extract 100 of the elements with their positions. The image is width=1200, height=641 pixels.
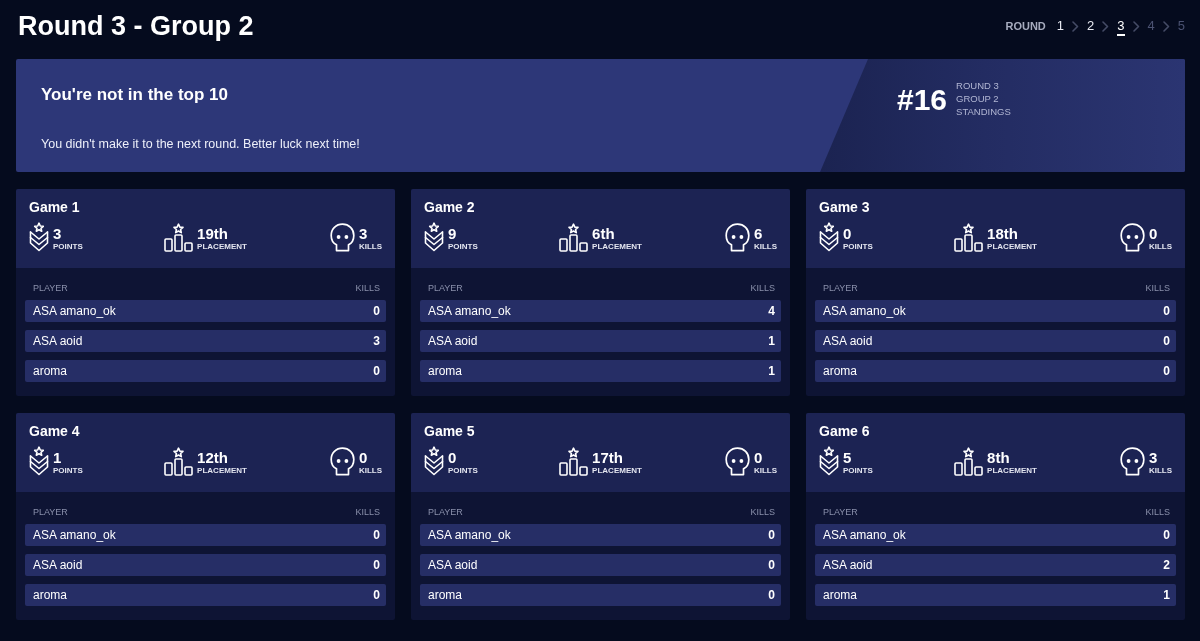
player-kills: 0: [373, 588, 380, 602]
kills-label: KILLS: [358, 241, 382, 252]
podium-icon: [164, 446, 194, 476]
player-kills: 0: [1163, 334, 1170, 348]
kills-value: 6: [753, 224, 763, 242]
round-link: 5: [1177, 17, 1185, 35]
player-kills: 1: [768, 364, 775, 378]
column-header: PLAYER: [428, 506, 463, 518]
kills-value: 0: [1148, 224, 1158, 242]
player-kills: 0: [768, 558, 775, 572]
placement-label: PLACEMENT: [592, 465, 642, 476]
player-name: ASA amano_ok: [823, 528, 906, 542]
column-header: KILLS: [750, 506, 775, 518]
player-kills: 3: [373, 334, 380, 348]
round-link[interactable]: 1: [1056, 16, 1065, 36]
placement-label: PLACEMENT: [197, 465, 247, 476]
placement-value: 8th: [987, 448, 1010, 466]
player-name: ASA amano_ok: [33, 304, 116, 318]
player-name: aroma: [428, 364, 462, 378]
skull-icon: [329, 222, 355, 252]
points-label: POINTS: [53, 241, 83, 252]
column-header: KILLS: [355, 282, 380, 294]
podium-icon: [954, 446, 984, 476]
points-value: 3: [53, 224, 62, 242]
placement-value: 6th: [592, 224, 615, 242]
skull-icon: [724, 222, 750, 252]
points-label: POINTS: [843, 241, 873, 252]
points-value: 5: [843, 448, 852, 466]
player-name: ASA amano_ok: [428, 528, 511, 542]
column-header: KILLS: [750, 282, 775, 294]
player-name: ASA amano_ok: [823, 304, 906, 318]
points-value: 0: [448, 448, 457, 466]
player-kills: 4: [768, 304, 775, 318]
player-kills: 2: [1163, 558, 1170, 572]
points-value: 9: [448, 224, 457, 242]
points-icon: [819, 222, 839, 252]
kills-value: 0: [753, 448, 763, 466]
game-title: Game 2: [424, 199, 475, 216]
player-name: ASA aoid: [33, 334, 83, 348]
player-kills: 0: [373, 304, 380, 318]
skull-icon: [1119, 222, 1145, 252]
kills-label: KILLS: [1148, 465, 1172, 476]
player-name: ASA aoid: [33, 558, 83, 572]
player-name: aroma: [823, 588, 857, 602]
podium-icon: [559, 446, 589, 476]
column-header: PLAYER: [823, 506, 858, 518]
podium-icon: [954, 222, 984, 252]
game-title: Game 5: [424, 423, 475, 440]
points-value: 0: [843, 224, 852, 242]
points-icon: [29, 446, 49, 476]
game-title: Game 4: [29, 423, 80, 440]
chevron-right-icon: [1102, 20, 1110, 32]
player-kills: 0: [1163, 528, 1170, 542]
banner-message: You didn't make it to the next round. Better luck next time!: [41, 136, 360, 153]
column-header: PLAYER: [428, 282, 463, 294]
skull-icon: [1119, 446, 1145, 476]
player-kills: 0: [1163, 364, 1170, 378]
round-label: ROUND: [1005, 19, 1046, 33]
rank-caption: GROUP 2: [956, 92, 999, 105]
podium-icon: [559, 222, 589, 252]
rank-caption: ROUND 3: [956, 79, 999, 92]
points-icon: [29, 222, 49, 252]
rank-caption: STANDINGS: [956, 105, 1011, 118]
skull-icon: [329, 446, 355, 476]
column-header: KILLS: [355, 506, 380, 518]
game-title: Game 6: [819, 423, 870, 440]
kills-label: KILLS: [753, 241, 777, 252]
round-link: 4: [1147, 17, 1155, 35]
page-title: Round 3 - Group 2: [18, 10, 254, 43]
chevron-right-icon: [1072, 20, 1080, 32]
points-icon: [819, 446, 839, 476]
points-icon: [424, 446, 444, 476]
player-name: ASA amano_ok: [428, 304, 511, 318]
round-link[interactable]: 2: [1087, 16, 1095, 36]
player-name: ASA aoid: [428, 558, 478, 572]
player-kills: 0: [373, 558, 380, 572]
player-name: ASA aoid: [428, 334, 478, 348]
player-name: ASA amano_ok: [33, 528, 116, 542]
kills-value: 3: [1148, 448, 1158, 466]
placement-label: PLACEMENT: [987, 465, 1037, 476]
player-kills: 1: [1163, 588, 1170, 602]
points-label: POINTS: [53, 465, 83, 476]
player-name: ASA aoid: [823, 334, 873, 348]
player-name: aroma: [33, 364, 67, 378]
podium-icon: [164, 222, 194, 252]
player-kills: 1: [768, 334, 775, 348]
round-link[interactable]: 3: [1117, 16, 1125, 36]
player-name: aroma: [428, 588, 462, 602]
player-kills: 0: [373, 364, 380, 378]
placement-label: PLACEMENT: [987, 241, 1037, 252]
game-title: Game 3: [819, 199, 870, 216]
skull-icon: [724, 446, 750, 476]
column-header: KILLS: [1145, 282, 1170, 294]
placement-value: 12th: [197, 448, 228, 466]
placement-value: 19th: [197, 224, 228, 242]
points-icon: [424, 222, 444, 252]
player-name: aroma: [823, 364, 857, 378]
player-kills: 0: [768, 528, 775, 542]
player-kills: 0: [1163, 304, 1170, 318]
player-name: ASA aoid: [823, 558, 873, 572]
